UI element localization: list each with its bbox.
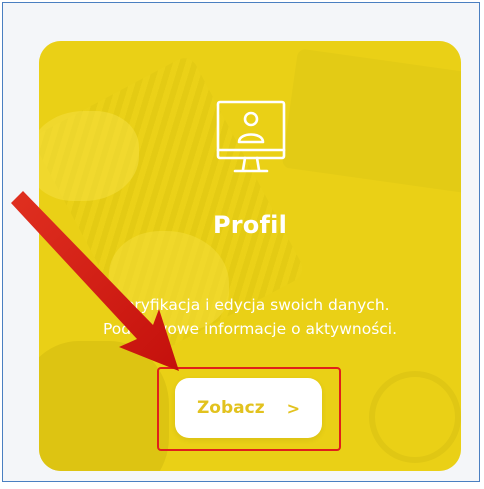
profile-card: Profil Weryfikacja i edycja swoich danyc… — [39, 41, 461, 471]
view-profile-button[interactable]: Zobacz > — [175, 378, 322, 438]
card-title: Profil — [212, 211, 287, 239]
screenshot-frame: Profil Weryfikacja i edycja swoich danyc… — [2, 2, 480, 482]
description-line: Podstawowe informacje o aktywności. — [102, 320, 398, 338]
card-description: Weryfikacja i edycja swoich danych. Pods… — [39, 293, 461, 341]
description-line: Weryfikacja i edycja swoich danych. — [110, 296, 390, 314]
chevron-right-icon: > — [286, 398, 301, 418]
monitor-user-icon — [216, 100, 286, 173]
view-button-label: Zobacz — [196, 398, 265, 418]
